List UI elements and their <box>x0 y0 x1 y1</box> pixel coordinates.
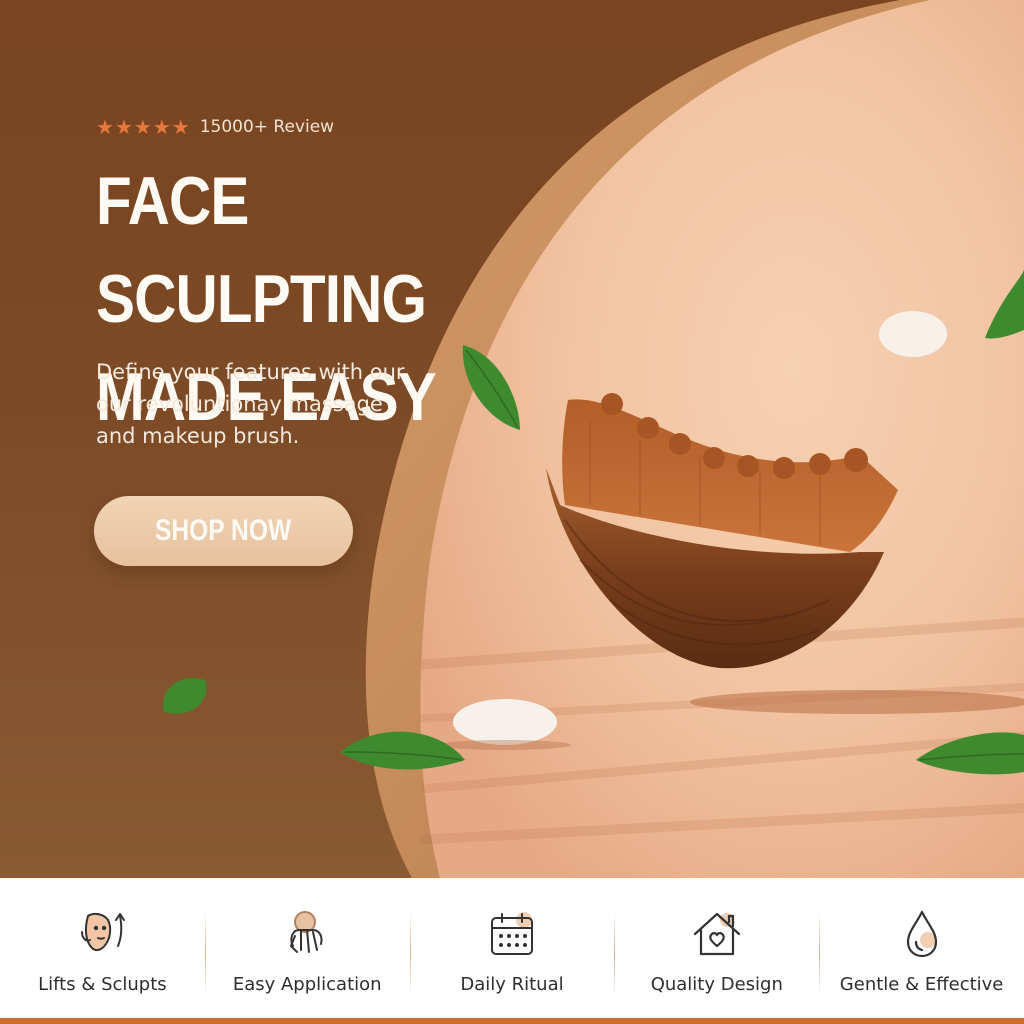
star-icon: ★ <box>152 115 171 139</box>
review-count: 15000+ Review <box>199 117 335 137</box>
calendar-icon <box>490 912 533 955</box>
feature-gentle: Gentle & Effective <box>819 878 1024 1018</box>
star-icon: ★ <box>171 115 190 139</box>
feature-label: Easy Application <box>232 974 382 995</box>
feature-lifts: Lifts & Sclupts <box>0 878 205 1018</box>
shop-now-button[interactable]: SHOP NOW <box>94 496 353 566</box>
feature-bar: Lifts & Sclupts Easy Application Daily R… <box>0 878 1024 1018</box>
feature-label: Daily Ritual <box>460 974 564 995</box>
rating-summary: ★ ★ ★ ★ ★ 15000+ Review <box>96 115 334 139</box>
feature-label: Lifts & Sclupts <box>38 974 167 995</box>
star-icon: ★ <box>114 115 133 139</box>
star-icon: ★ <box>133 115 152 139</box>
feature-label: Gentle & Effective <box>839 974 1004 995</box>
feature-application: Easy Application <box>204 878 410 1018</box>
description: Define your features with our our revolu… <box>96 360 405 448</box>
feature-daily: Daily Ritual <box>409 878 615 1018</box>
face-lift-icon <box>81 912 126 952</box>
star-icon: ★ <box>96 115 114 139</box>
water-drop-icon <box>906 910 937 958</box>
feature-label: Quality Design <box>650 974 783 995</box>
feature-quality: Quality Design <box>614 878 819 1018</box>
star-rating: ★ ★ ★ ★ ★ <box>96 115 190 139</box>
shop-now-label: SHOP NOW <box>155 514 292 547</box>
hero-banner: ★ ★ ★ ★ ★ 15000+ Review FACE SCULPTING M… <box>0 0 1024 878</box>
bottom-accent-bar <box>0 1018 1024 1024</box>
hand-application-icon <box>290 911 323 953</box>
home-heart-icon <box>693 912 740 956</box>
